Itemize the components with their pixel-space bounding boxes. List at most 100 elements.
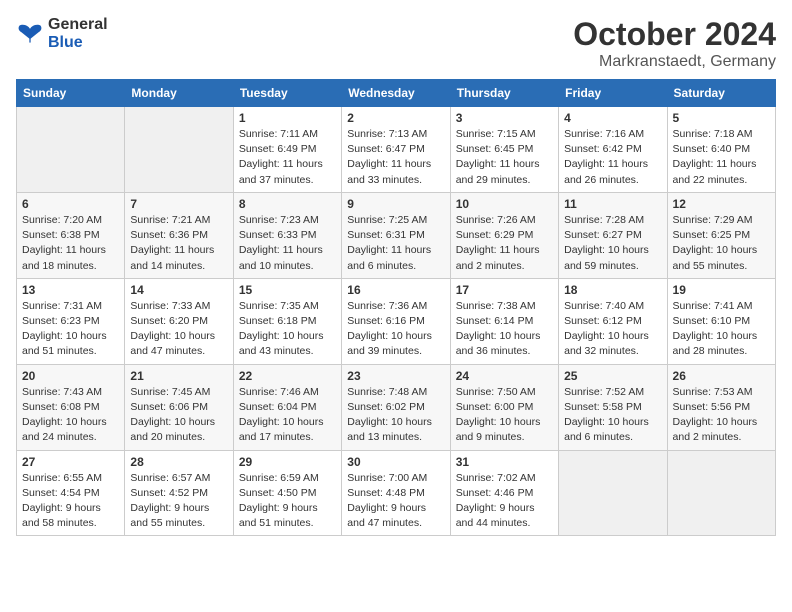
calendar-cell: 8 Sunrise: 7:23 AMSunset: 6:33 PMDaylight… xyxy=(233,192,341,278)
cell-info: Sunrise: 7:18 AMSunset: 6:40 PMDaylight:… xyxy=(673,128,757,186)
day-number: 8 xyxy=(239,197,336,211)
calendar-cell xyxy=(667,450,775,536)
cell-info: Sunrise: 7:26 AMSunset: 6:29 PMDaylight:… xyxy=(456,214,540,272)
calendar-cell: 10 Sunrise: 7:26 AMSunset: 6:29 PMDayligh… xyxy=(450,192,558,278)
cell-info: Sunrise: 7:53 AMSunset: 5:56 PMDaylight:… xyxy=(673,386,758,444)
calendar-cell: 29Sunrise: 6:59 AMSunset: 4:50 PMDayligh… xyxy=(233,450,341,536)
cell-info: Sunrise: 7:43 AMSunset: 6:08 PMDaylight:… xyxy=(22,386,107,444)
column-header-friday: Friday xyxy=(559,80,667,107)
calendar-cell: 25Sunrise: 7:52 AMSunset: 5:58 PMDayligh… xyxy=(559,364,667,450)
cell-info: Sunrise: 7:21 AMSunset: 6:36 PMDaylight:… xyxy=(130,214,214,272)
calendar-cell: 18Sunrise: 7:40 AMSunset: 6:12 PMDayligh… xyxy=(559,278,667,364)
cell-info: Sunrise: 7:36 AMSunset: 6:16 PMDaylight:… xyxy=(347,300,432,358)
day-number: 20 xyxy=(22,369,119,383)
day-number: 9 xyxy=(347,197,444,211)
calendar-cell: 17 Sunrise: 7:38 AMSunset: 6:14 PMDayligh… xyxy=(450,278,558,364)
day-number: 28 xyxy=(130,455,227,469)
day-number: 30 xyxy=(347,455,444,469)
day-number: 10 xyxy=(456,197,553,211)
cell-info: Sunrise: 7:25 AMSunset: 6:31 PMDaylight:… xyxy=(347,214,431,272)
calendar-cell: 2 Sunrise: 7:13 AMSunset: 6:47 PMDaylight… xyxy=(342,107,450,193)
day-number: 11 xyxy=(564,197,661,211)
day-number: 2 xyxy=(347,111,444,125)
calendar-cell xyxy=(559,450,667,536)
cell-info: Sunrise: 7:35 AMSunset: 6:18 PMDaylight:… xyxy=(239,300,324,358)
day-number: 7 xyxy=(130,197,227,211)
calendar-cell: 14 Sunrise: 7:33 AMSunset: 6:20 PMDayligh… xyxy=(125,278,233,364)
calendar-header: SundayMondayTuesdayWednesdayThursdayFrid… xyxy=(17,80,776,107)
calendar-cell: 6 Sunrise: 7:20 AMSunset: 6:38 PMDaylight… xyxy=(17,192,125,278)
calendar-cell: 30 Sunrise: 7:00 AMSunset: 4:48 PMDayligh… xyxy=(342,450,450,536)
calendar-cell: 21 Sunrise: 7:45 AMSunset: 6:06 PMDayligh… xyxy=(125,364,233,450)
calendar-cell: 3 Sunrise: 7:15 AMSunset: 6:45 PMDaylight… xyxy=(450,107,558,193)
calendar-table: SundayMondayTuesdayWednesdayThursdayFrid… xyxy=(16,79,776,536)
day-number: 14 xyxy=(130,283,227,297)
calendar-cell: 15 Sunrise: 7:35 AMSunset: 6:18 PMDayligh… xyxy=(233,278,341,364)
cell-info: Sunrise: 7:38 AMSunset: 6:14 PMDaylight:… xyxy=(456,300,541,358)
calendar-cell: 11Sunrise: 7:28 AMSunset: 6:27 PMDayligh… xyxy=(559,192,667,278)
column-header-saturday: Saturday xyxy=(667,80,775,107)
column-header-tuesday: Tuesday xyxy=(233,80,341,107)
week-row-3: 13 Sunrise: 7:31 AMSunset: 6:23 PMDayligh… xyxy=(17,278,776,364)
day-number: 6 xyxy=(22,197,119,211)
cell-info: Sunrise: 7:29 AMSunset: 6:25 PMDaylight:… xyxy=(673,214,758,272)
cell-info: Sunrise: 7:33 AMSunset: 6:20 PMDaylight:… xyxy=(130,300,215,358)
cell-info: Sunrise: 7:48 AMSunset: 6:02 PMDaylight:… xyxy=(347,386,432,444)
calendar-cell: 4Sunrise: 7:16 AMSunset: 6:42 PMDaylight… xyxy=(559,107,667,193)
day-number: 18 xyxy=(564,283,661,297)
calendar-cell: 26 Sunrise: 7:53 AMSunset: 5:56 PMDayligh… xyxy=(667,364,775,450)
day-number: 26 xyxy=(673,369,770,383)
calendar-cell: 9 Sunrise: 7:25 AMSunset: 6:31 PMDaylight… xyxy=(342,192,450,278)
cell-info: Sunrise: 6:57 AMSunset: 4:52 PMDaylight:… xyxy=(130,472,210,530)
calendar-cell: 20 Sunrise: 7:43 AMSunset: 6:08 PMDayligh… xyxy=(17,364,125,450)
calendar-cell: 24Sunrise: 7:50 AMSunset: 6:00 PMDayligh… xyxy=(450,364,558,450)
calendar-cell xyxy=(17,107,125,193)
cell-info: Sunrise: 7:20 AMSunset: 6:38 PMDaylight:… xyxy=(22,214,106,272)
day-number: 16 xyxy=(347,283,444,297)
day-number: 13 xyxy=(22,283,119,297)
page-header: GeneralBlue October 2024 Markranstaedt, … xyxy=(16,16,776,71)
day-number: 1 xyxy=(239,111,336,125)
day-number: 21 xyxy=(130,369,227,383)
title-block: October 2024 Markranstaedt, Germany xyxy=(573,16,776,71)
cell-info: Sunrise: 7:46 AMSunset: 6:04 PMDaylight:… xyxy=(239,386,324,444)
calendar-cell: 7 Sunrise: 7:21 AMSunset: 6:36 PMDaylight… xyxy=(125,192,233,278)
cell-info: Sunrise: 7:31 AMSunset: 6:23 PMDaylight:… xyxy=(22,300,107,358)
cell-info: Sunrise: 7:00 AMSunset: 4:48 PMDaylight:… xyxy=(347,472,427,530)
calendar-cell: 5Sunrise: 7:18 AMSunset: 6:40 PMDaylight… xyxy=(667,107,775,193)
calendar-cell: 31 Sunrise: 7:02 AMSunset: 4:46 PMDayligh… xyxy=(450,450,558,536)
day-number: 17 xyxy=(456,283,553,297)
calendar-body: 1 Sunrise: 7:11 AMSunset: 6:49 PMDaylight… xyxy=(17,107,776,536)
calendar-cell xyxy=(125,107,233,193)
day-number: 31 xyxy=(456,455,553,469)
calendar-cell: 12 Sunrise: 7:29 AMSunset: 6:25 PMDayligh… xyxy=(667,192,775,278)
week-row-2: 6 Sunrise: 7:20 AMSunset: 6:38 PMDaylight… xyxy=(17,192,776,278)
day-number: 15 xyxy=(239,283,336,297)
column-header-monday: Monday xyxy=(125,80,233,107)
calendar-cell: 19Sunrise: 7:41 AMSunset: 6:10 PMDayligh… xyxy=(667,278,775,364)
calendar-cell: 13 Sunrise: 7:31 AMSunset: 6:23 PMDayligh… xyxy=(17,278,125,364)
calendar-cell: 22 Sunrise: 7:46 AMSunset: 6:04 PMDayligh… xyxy=(233,364,341,450)
column-header-sunday: Sunday xyxy=(17,80,125,107)
cell-info: Sunrise: 7:15 AMSunset: 6:45 PMDaylight:… xyxy=(456,128,540,186)
calendar-cell: 16 Sunrise: 7:36 AMSunset: 6:16 PMDayligh… xyxy=(342,278,450,364)
location-title: Markranstaedt, Germany xyxy=(573,53,776,71)
week-row-1: 1 Sunrise: 7:11 AMSunset: 6:49 PMDaylight… xyxy=(17,107,776,193)
cell-info: Sunrise: 6:59 AMSunset: 4:50 PMDaylight:… xyxy=(239,472,319,530)
day-number: 27 xyxy=(22,455,119,469)
day-number: 3 xyxy=(456,111,553,125)
cell-info: Sunrise: 7:23 AMSunset: 6:33 PMDaylight:… xyxy=(239,214,323,272)
calendar-cell: 23Sunrise: 7:48 AMSunset: 6:02 PMDayligh… xyxy=(342,364,450,450)
cell-info: Sunrise: 7:13 AMSunset: 6:47 PMDaylight:… xyxy=(347,128,431,186)
cell-info: Sunrise: 6:55 AMSunset: 4:54 PMDaylight:… xyxy=(22,472,102,530)
day-number: 25 xyxy=(564,369,661,383)
cell-info: Sunrise: 7:11 AMSunset: 6:49 PMDaylight:… xyxy=(239,128,323,186)
day-number: 22 xyxy=(239,369,336,383)
day-number: 24 xyxy=(456,369,553,383)
day-number: 12 xyxy=(673,197,770,211)
cell-info: Sunrise: 7:02 AMSunset: 4:46 PMDaylight:… xyxy=(456,472,536,530)
cell-info: Sunrise: 7:16 AMSunset: 6:42 PMDaylight:… xyxy=(564,128,648,186)
calendar-cell: 28 Sunrise: 6:57 AMSunset: 4:52 PMDayligh… xyxy=(125,450,233,536)
header-row: SundayMondayTuesdayWednesdayThursdayFrid… xyxy=(17,80,776,107)
cell-info: Sunrise: 7:45 AMSunset: 6:06 PMDaylight:… xyxy=(130,386,215,444)
